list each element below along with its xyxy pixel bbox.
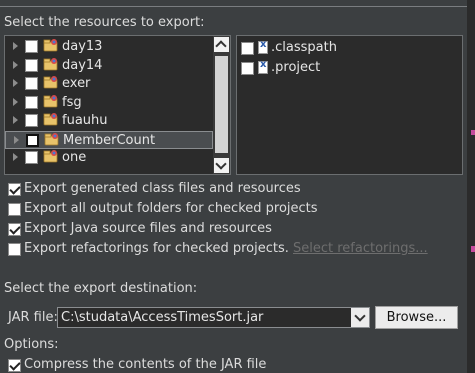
export-java-source-label: Export Java source files and resources (24, 221, 272, 236)
tree-item-exer[interactable]: exer (5, 75, 213, 93)
project-tree-rows: day13 day14 exer fsg fuauhu MemberCount one (5, 36, 213, 174)
java-project-icon (43, 150, 58, 163)
options-heading: Options: (4, 337, 59, 352)
chevron-down-icon[interactable] (351, 308, 369, 327)
compress-label: Compress the contents of the JAR file (24, 357, 267, 372)
tree-item-checkbox[interactable] (25, 40, 38, 53)
tree-item-label: fsg (62, 94, 82, 110)
select-refactorings-link[interactable]: Select refactorings... (293, 241, 428, 256)
export-class-files-checkbox[interactable] (8, 183, 21, 196)
java-project-icon (43, 94, 58, 107)
export-class-files-label: Export generated class files and resourc… (24, 181, 301, 196)
export-refactorings-text: Export refactorings for checked projects… (24, 241, 289, 256)
project-tree[interactable]: day13 day14 exer fsg fuauhu MemberCount one (4, 35, 231, 175)
edge-marker (471, 246, 475, 252)
java-project-icon (43, 57, 58, 70)
java-project-icon (44, 132, 59, 145)
file-item-checkbox[interactable] (241, 42, 254, 55)
java-project-icon (43, 39, 58, 52)
tree-item-checkbox[interactable] (25, 114, 38, 127)
destination-heading: Select the export destination: (4, 281, 198, 296)
chevron-right-icon[interactable] (14, 135, 19, 144)
chevron-right-icon[interactable] (13, 60, 18, 69)
tree-item-fsg[interactable]: fsg (5, 94, 213, 112)
tree-item-checkbox[interactable] (25, 77, 38, 90)
tree-item-label: one (62, 150, 87, 165)
tree-item-label: day13 (62, 39, 103, 54)
xml-file-icon (258, 39, 268, 54)
tree-item-checkbox[interactable] (25, 151, 38, 164)
tree-item-label: day14 (62, 57, 103, 73)
tree-item-day14[interactable]: day14 (5, 57, 213, 75)
export-refactorings-label: Export refactorings for checked projects… (24, 241, 428, 256)
xml-file-icon (258, 59, 268, 74)
tree-item-checkbox[interactable] (25, 58, 38, 72)
tree-item-label: exer (62, 76, 91, 91)
chevron-right-icon[interactable] (13, 116, 18, 124)
tree-item-one[interactable]: one (5, 149, 213, 167)
scroll-down-icon[interactable] (214, 158, 229, 173)
export-output-folders-checkbox[interactable] (8, 203, 21, 216)
file-item[interactable]: .project (237, 59, 462, 77)
tree-item-day13[interactable]: day13 (5, 38, 213, 56)
tree-item-checkbox[interactable] (25, 95, 38, 109)
java-project-icon (43, 76, 58, 89)
scroll-thumb[interactable] (215, 56, 228, 153)
file-list[interactable]: .classpath .project (236, 35, 463, 175)
tree-item-checkbox[interactable] (26, 133, 39, 147)
jar-file-combo[interactable]: C:\studata\AccessTimesSort.jar (57, 307, 370, 328)
tree-item-label: fuauhu (62, 113, 108, 128)
browse-button[interactable]: Browse... (375, 306, 458, 329)
chevron-right-icon[interactable] (13, 97, 18, 106)
right-edge-strip (467, 0, 475, 373)
scroll-up-icon[interactable] (214, 37, 229, 52)
chevron-right-icon[interactable] (13, 79, 18, 87)
export-output-folders-label: Export all output folders for checked pr… (24, 201, 318, 216)
resources-heading: Select the resources to export: (4, 15, 205, 30)
file-item-label: .classpath (271, 40, 337, 55)
export-java-source-checkbox[interactable] (8, 223, 21, 236)
export-refactorings-checkbox[interactable] (8, 243, 21, 256)
file-item[interactable]: .classpath (237, 39, 462, 57)
tree-item-label: MemberCount (63, 132, 156, 148)
top-separator (0, 6, 467, 7)
tree-item-fuauhu[interactable]: fuauhu (5, 112, 213, 130)
jar-file-label: JAR file: (8, 310, 58, 325)
tree-item-membercount[interactable]: MemberCount (5, 130, 213, 149)
compress-checkbox[interactable] (8, 359, 21, 372)
jar-file-input[interactable]: C:\studata\AccessTimesSort.jar (61, 310, 263, 325)
tree-scrollbar[interactable] (213, 36, 230, 174)
java-project-icon (43, 113, 58, 126)
chevron-right-icon[interactable] (13, 153, 18, 161)
file-item-checkbox[interactable] (241, 62, 254, 75)
edge-marker (471, 130, 475, 135)
file-item-label: .project (271, 60, 321, 75)
chevron-right-icon[interactable] (13, 42, 18, 50)
